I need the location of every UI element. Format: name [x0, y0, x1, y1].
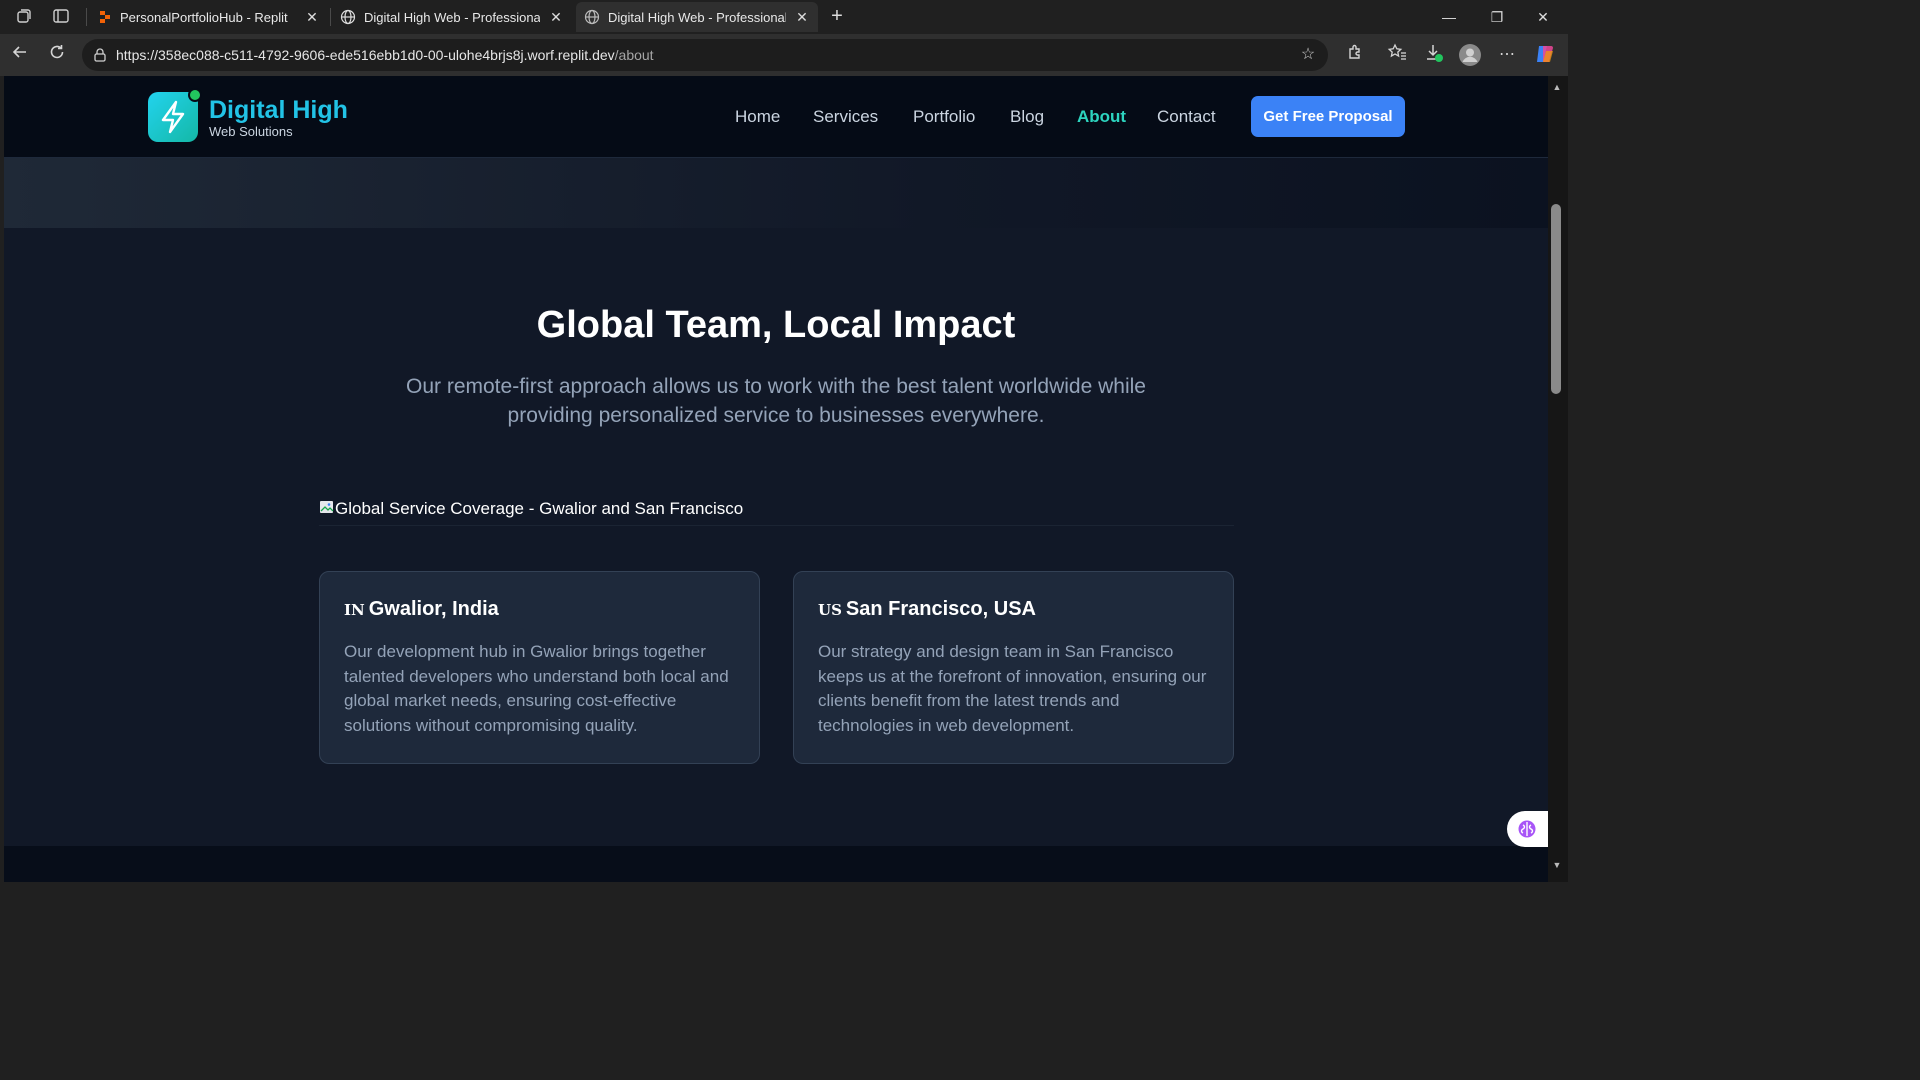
downloads-icon[interactable] — [1422, 43, 1446, 67]
india-flag-icon: IN — [344, 601, 365, 619]
nav-services[interactable]: Services — [813, 107, 878, 127]
nav-home[interactable]: Home — [735, 107, 780, 127]
more-options-icon[interactable]: ⋯ — [1495, 43, 1519, 67]
globe-icon — [584, 9, 600, 25]
usa-flag-icon: US — [818, 601, 842, 619]
nav-contact[interactable]: Contact — [1157, 107, 1216, 127]
tab-title: PersonalPortfolioHub - Replit — [120, 9, 288, 25]
site-header: Digital High Web Solutions Home Services… — [4, 76, 1548, 158]
page-scrollbar[interactable]: ▲ ▼ — [1548, 76, 1568, 882]
browser-toolbar: https://358ec088-c511-4792-9606-ede516eb… — [0, 34, 1568, 76]
back-arrow-icon[interactable] — [8, 43, 32, 67]
tab-close-icon[interactable]: ✕ — [794, 9, 810, 26]
next-section-edge — [4, 846, 1548, 882]
favorites-icon[interactable] — [1385, 43, 1409, 67]
copilot-icon[interactable] — [1533, 43, 1557, 67]
restore-button[interactable]: ❐ — [1474, 4, 1520, 30]
nav-about[interactable]: About — [1077, 107, 1126, 127]
tab-replit[interactable]: PersonalPortfolioHub - Replit ✕ — [88, 2, 328, 32]
address-bar[interactable]: https://358ec088-c511-4792-9606-ede516eb… — [82, 39, 1328, 71]
workspaces-icon[interactable] — [14, 7, 34, 27]
url-path: /about — [614, 47, 654, 63]
scroll-thumb[interactable] — [1551, 204, 1561, 394]
url-host: https://358ec088-c511-4792-9606-ede516eb… — [116, 47, 615, 63]
scroll-up-arrow-icon[interactable]: ▲ — [1551, 82, 1563, 92]
nav-blog[interactable]: Blog — [1010, 107, 1044, 127]
tab-close-icon[interactable]: ✕ — [548, 9, 564, 26]
brand-name[interactable]: Digital High — [209, 96, 348, 125]
card-title: Gwalior, India — [368, 598, 499, 620]
location-card-gwalior: IN Gwalior, India Our development hub in … — [319, 571, 760, 764]
broken-image-icon — [320, 501, 334, 513]
card-heading: US San Francisco, USA — [818, 598, 1036, 621]
lock-icon[interactable] — [92, 47, 108, 63]
get-free-proposal-button[interactable]: Get Free Proposal — [1251, 96, 1405, 137]
close-window-button[interactable]: ✕ — [1520, 4, 1566, 30]
card-title: San Francisco, USA — [845, 598, 1036, 620]
image-alt-text: Global Service Coverage - Gwalior and Sa… — [335, 499, 744, 518]
tab-title: Digital High Web - Professional W — [364, 9, 540, 25]
section-title: Global Team, Local Impact — [536, 304, 1016, 346]
brain-icon — [1518, 820, 1536, 838]
browser-tab-bar: PersonalPortfolioHub - Replit ✕ Digital … — [0, 0, 1568, 34]
scroll-down-arrow-icon[interactable]: ▼ — [1551, 860, 1563, 870]
reload-icon[interactable] — [45, 43, 69, 67]
location-card-san-francisco: US San Francisco, USA Our strategy and de… — [793, 571, 1234, 764]
replit-favicon-icon — [100, 11, 110, 23]
tab-digital-high-active[interactable]: Digital High Web - Professional W ✕ — [576, 2, 818, 32]
tab-title: Digital High Web - Professional W — [608, 9, 786, 25]
global-coverage-image: Global Service Coverage - Gwalior and Sa… — [319, 496, 1234, 526]
profile-avatar[interactable] — [1458, 43, 1482, 67]
brand-tagline: Web Solutions — [209, 124, 293, 139]
page-viewport: Digital High Web Solutions Home Services… — [4, 76, 1548, 882]
vertical-tabs-icon[interactable] — [51, 7, 71, 27]
url-text[interactable]: https://358ec088-c511-4792-9606-ede516eb… — [116, 47, 654, 63]
extensions-icon[interactable] — [1343, 43, 1367, 67]
card-body: Our strategy and design team in San Fran… — [818, 642, 1207, 735]
globe-icon — [340, 9, 356, 25]
online-status-dot — [188, 88, 202, 102]
tab-digital-high-1[interactable]: Digital High Web - Professional W ✕ — [332, 2, 572, 32]
nav-portfolio[interactable]: Portfolio — [913, 107, 975, 127]
card-body: Our development hub in Gwalior brings to… — [344, 642, 729, 735]
new-tab-button[interactable]: + — [826, 4, 848, 28]
card-heading: IN Gwalior, India — [344, 598, 499, 621]
tab-close-icon[interactable]: ✕ — [304, 9, 320, 26]
section-subtitle: Our remote-first approach allows us to w… — [406, 375, 1146, 427]
minimize-button[interactable]: — — [1426, 4, 1472, 30]
ai-assistant-button[interactable] — [1507, 811, 1548, 847]
favorite-star-icon[interactable]: ☆ — [1298, 45, 1318, 65]
hero-section-bottom — [4, 158, 1548, 228]
